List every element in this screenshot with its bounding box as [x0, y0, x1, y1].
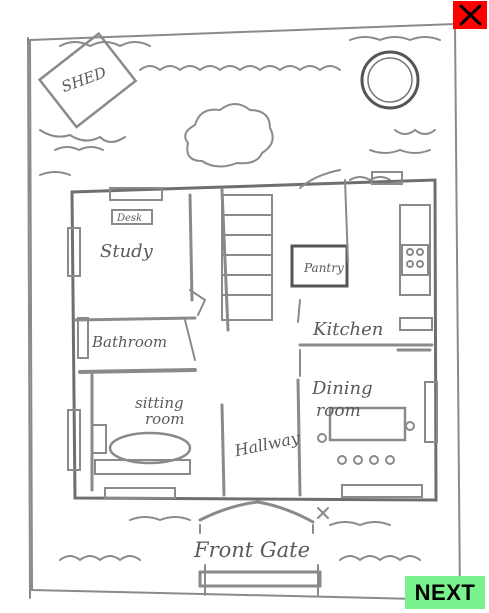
next-button[interactable]: NEXT: [405, 576, 485, 609]
front-door: [198, 500, 315, 524]
label-study: Study: [100, 241, 154, 262]
label-kitchen: Kitchen: [312, 319, 383, 340]
label-front-gate: Front Gate: [193, 538, 310, 562]
property-boundary: [28, 22, 462, 602]
front-gate: [198, 570, 322, 588]
label-hallway: Hallway: [232, 428, 302, 461]
pool: [360, 50, 420, 110]
label-bathroom: Bathroom: [91, 333, 167, 351]
label-dining-room: room: [316, 401, 361, 421]
top-hedge: [139, 65, 341, 72]
label-pantry: Pantry: [303, 261, 344, 275]
label-sitting-room: room: [145, 410, 184, 428]
floor-plan-sketch: SHED Desk Study Pantry Kitchen Bathroom …: [27, 22, 462, 602]
label-desk: Desk: [116, 213, 142, 224]
coffee-table: [108, 431, 192, 465]
close-button[interactable]: [453, 1, 487, 29]
close-x-icon: [459, 4, 482, 26]
label-shed: SHED: [59, 63, 109, 96]
label-dining: Dining: [311, 378, 373, 399]
bush: [184, 103, 274, 168]
stairs: [221, 194, 273, 321]
